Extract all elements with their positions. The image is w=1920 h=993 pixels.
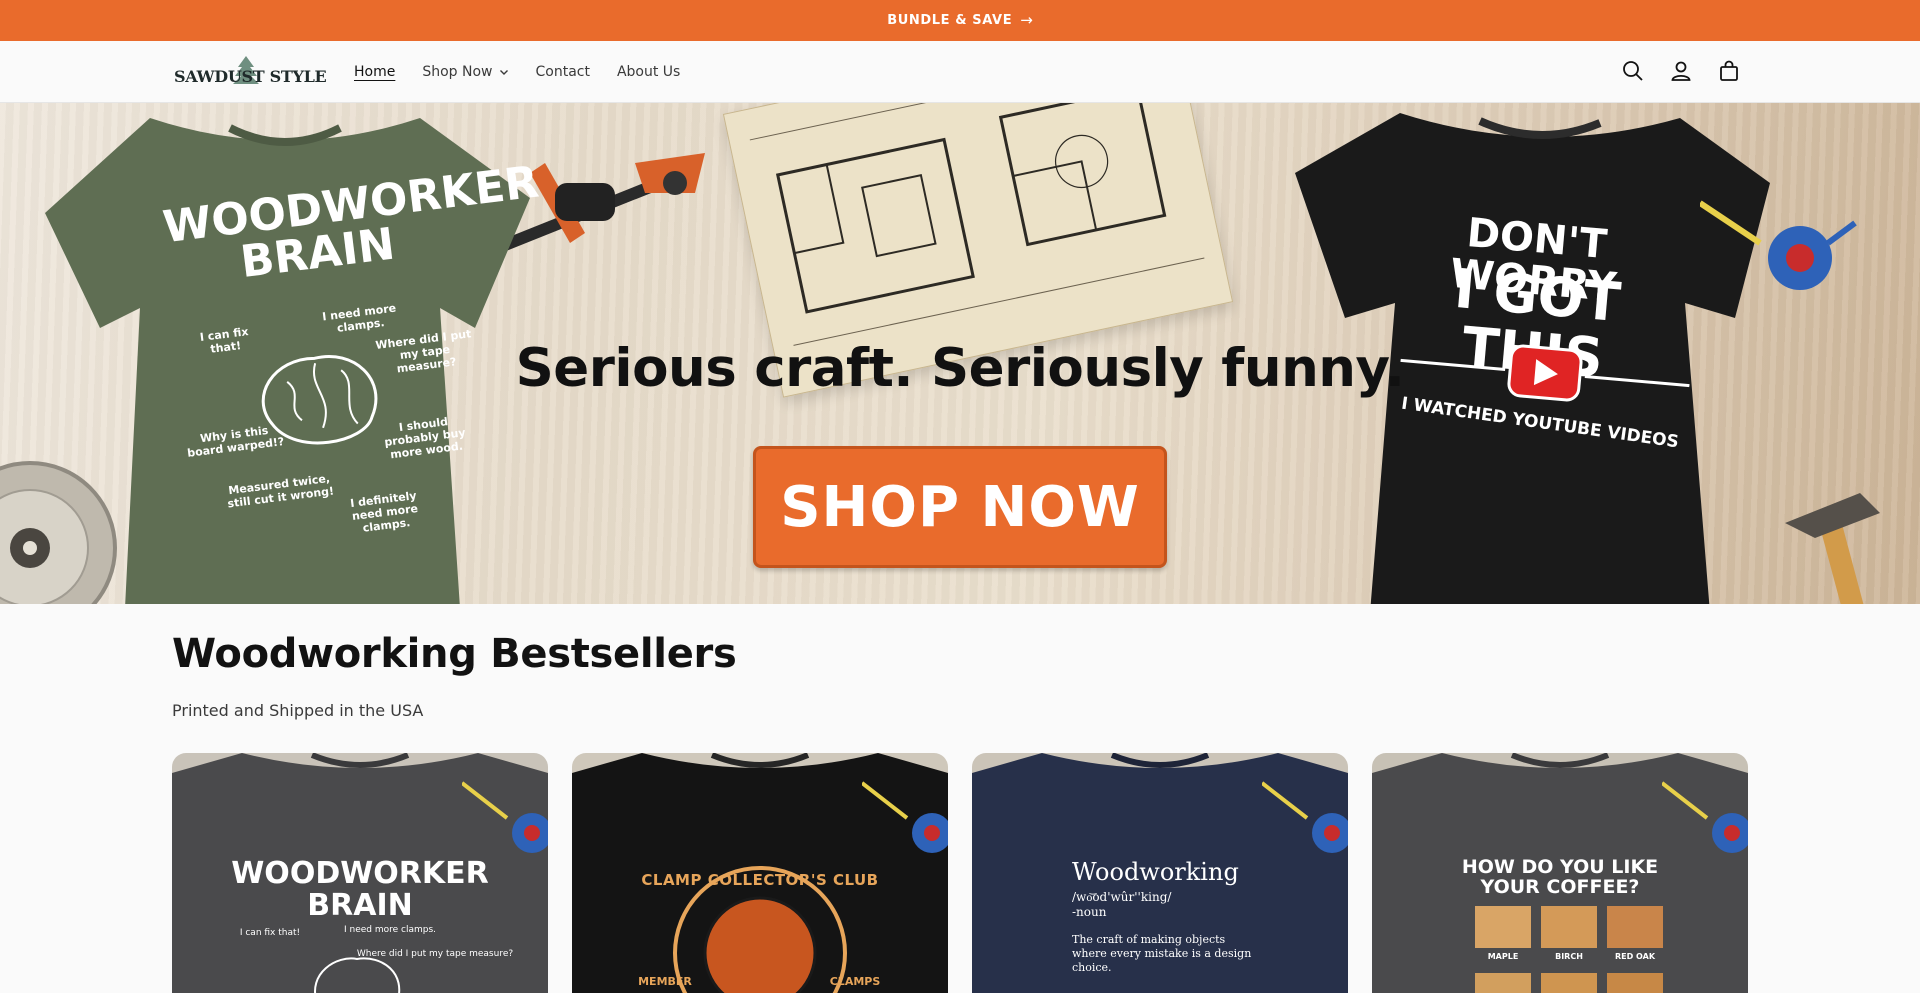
arrow-right-icon: →: [1020, 11, 1033, 29]
product-3-line-2: /wo͝od'wûr''king/: [1072, 890, 1172, 904]
cart-icon[interactable]: [1716, 57, 1742, 85]
tape-measure-icon: [862, 781, 948, 853]
product-2-line-1: CLAMP COLLECTOR'S CLUB: [641, 871, 879, 889]
product-3-line-3: -noun: [1072, 905, 1107, 919]
birch-swatch: [1541, 906, 1597, 948]
site-header: SAWDUST STYLE Home Shop Now Contact Abou…: [0, 41, 1920, 103]
tape-measure-image: [1700, 200, 1857, 290]
product-1-line-1: WOODWORKER: [231, 856, 489, 891]
nav-home[interactable]: Home: [354, 64, 395, 80]
product-3-line-4: The craft of making objects where every …: [1072, 933, 1252, 974]
tape-measure-icon: [1262, 781, 1348, 853]
nav-contact[interactable]: Contact: [536, 64, 590, 80]
chevron-down-icon: [499, 70, 508, 75]
product-3-line-1: Woodworking: [1072, 858, 1239, 886]
product-card[interactable]: CLAMP COLLECTOR'S CLUB MEMBER CLAMPS: [572, 753, 948, 993]
nav-about-us[interactable]: About Us: [617, 64, 680, 80]
hero-banner[interactable]: WOODWORKER BRAIN I can fix that! I need …: [0, 103, 1920, 604]
hero-headline: Serious craft. Seriously funny.: [515, 338, 1405, 399]
swatch-label-red-oak: RED OAK: [1614, 952, 1656, 961]
logo-text: SAWDUST STYLE: [174, 67, 327, 86]
section-title: Woodworking Bestsellers: [172, 631, 737, 677]
maple-swatch: [1475, 906, 1531, 948]
product-1-bubble-2: I need more clamps.: [343, 925, 437, 935]
header-icons: [1620, 57, 1742, 85]
product-4-line-2: YOUR COFFEE?: [1480, 875, 1640, 898]
swatch-label-birch: BIRCH: [1555, 952, 1583, 961]
product-card[interactable]: HOW DO YOU LIKE YOUR COFFEE? MAPLE BIRCH…: [1372, 753, 1748, 993]
nav-shop-now[interactable]: Shop Now: [422, 64, 508, 80]
section-subtitle: Printed and Shipped in the USA: [172, 701, 424, 720]
product-1-line-2: BRAIN: [307, 887, 413, 923]
red-oak-swatch: [1607, 906, 1663, 948]
product-card[interactable]: Woodworking /wo͝od'wûr''king/ -noun The …: [972, 753, 1348, 993]
product-4-line-1: HOW DO YOU LIKE: [1461, 856, 1659, 878]
search-icon[interactable]: [1620, 57, 1646, 85]
product-card[interactable]: WOODWORKER BRAIN I can fix that! I need …: [172, 753, 548, 993]
logo[interactable]: SAWDUST STYLE: [172, 55, 327, 89]
product-2-line-3: CLAMPS: [829, 975, 881, 988]
account-icon[interactable]: [1668, 57, 1694, 85]
tape-measure-icon: [462, 781, 548, 853]
announcement-bar[interactable]: BUNDLE & SAVE →: [0, 0, 1920, 41]
main-nav: Home Shop Now Contact About Us: [354, 41, 707, 103]
announcement-text: BUNDLE & SAVE: [887, 13, 1013, 28]
brain-icon: [314, 957, 401, 993]
swatch-label-maple: MAPLE: [1487, 952, 1519, 961]
tape-measure-icon: [1662, 781, 1748, 853]
product-grid: WOODWORKER BRAIN I can fix that! I need …: [172, 753, 1748, 993]
hammer-image: [1785, 493, 1880, 604]
shop-now-button[interactable]: SHOP NOW: [753, 446, 1167, 568]
